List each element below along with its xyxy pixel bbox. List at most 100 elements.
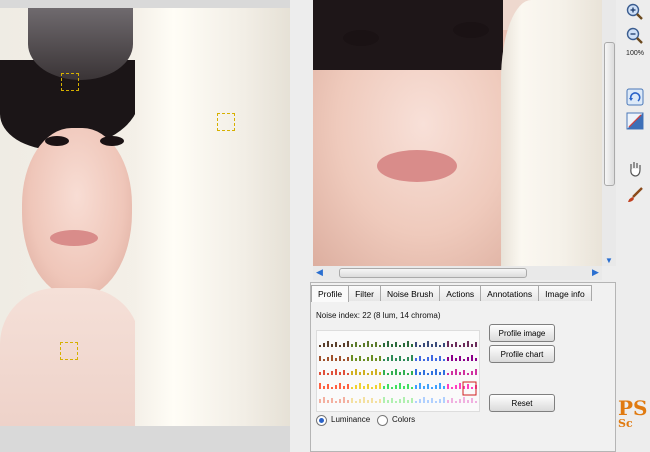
swatch-bar bbox=[447, 357, 449, 361]
swatch-bar bbox=[435, 358, 437, 361]
sample-region-marker[interactable] bbox=[60, 342, 78, 360]
tab-noise-brush[interactable]: Noise Brush bbox=[379, 285, 441, 301]
colors-label: Colors bbox=[392, 415, 416, 424]
swatch-bar bbox=[443, 397, 445, 403]
swatch-bar bbox=[331, 344, 333, 347]
swatch-bar bbox=[367, 384, 369, 389]
swatch-bar bbox=[399, 356, 401, 361]
swatch-bar bbox=[451, 355, 453, 361]
sample-region-marker[interactable] bbox=[217, 113, 235, 131]
swatch-bar bbox=[379, 383, 381, 389]
watermark-text: PS bbox=[618, 396, 648, 420]
hand-icon[interactable] bbox=[626, 160, 644, 178]
main-image-view[interactable] bbox=[313, 0, 602, 266]
compare-icon[interactable] bbox=[626, 112, 644, 130]
swatch-bar bbox=[419, 345, 421, 347]
swatch-bar bbox=[451, 371, 453, 375]
profile-image-button[interactable]: Profile image bbox=[489, 324, 555, 342]
swatch-bar bbox=[383, 386, 385, 389]
swatch-bar bbox=[463, 343, 465, 347]
swatch-bar bbox=[431, 371, 433, 375]
swatch-bar bbox=[343, 343, 345, 347]
swatch-bar bbox=[391, 355, 393, 361]
rotate-icon[interactable] bbox=[626, 88, 644, 106]
vertical-scrollbar[interactable]: ▼ bbox=[602, 0, 616, 266]
swatch-bar bbox=[367, 341, 369, 347]
swatch-bar bbox=[435, 342, 437, 347]
tab-actions[interactable]: Actions bbox=[439, 285, 482, 301]
photo-eye bbox=[100, 136, 124, 146]
swatch-bar bbox=[355, 385, 357, 389]
swatch-bar bbox=[331, 355, 333, 361]
swatch-bar bbox=[375, 358, 377, 361]
swatch-bar bbox=[383, 343, 385, 347]
watermark-logo: PS Sc bbox=[618, 398, 650, 452]
swatch-bar bbox=[383, 397, 385, 403]
swatch-bar bbox=[431, 398, 433, 403]
swatch-bar bbox=[319, 356, 321, 361]
swatch-bar bbox=[403, 343, 405, 347]
preview-photo bbox=[0, 8, 290, 426]
swatch-bar bbox=[371, 387, 373, 389]
swatch-bar bbox=[355, 358, 357, 361]
swatch-bar bbox=[467, 341, 469, 347]
swatch-bar bbox=[411, 371, 413, 375]
photo-curtain bbox=[135, 8, 290, 426]
swatch-bar bbox=[371, 398, 373, 403]
noise-profile-graphic bbox=[319, 341, 477, 403]
swatch-bar bbox=[387, 400, 389, 403]
scroll-thumb[interactable] bbox=[604, 42, 615, 186]
profile-chart-button[interactable]: Profile chart bbox=[489, 345, 555, 363]
swatch-bar bbox=[339, 399, 341, 403]
swatch-bar bbox=[327, 400, 329, 403]
luminance-radio[interactable] bbox=[316, 415, 327, 426]
swatch-bar bbox=[343, 359, 345, 361]
swatch-bar bbox=[419, 356, 421, 361]
swatch-bar bbox=[407, 357, 409, 361]
swatch-bar bbox=[427, 400, 429, 403]
swatch-bar bbox=[431, 344, 433, 347]
tab-filter[interactable]: Filter bbox=[348, 285, 381, 301]
colors-radio[interactable] bbox=[377, 415, 388, 426]
zoom-out-icon[interactable] bbox=[626, 27, 644, 45]
scroll-left-icon[interactable]: ◀ bbox=[316, 267, 323, 278]
swatch-bar bbox=[379, 356, 381, 361]
swatch-bar bbox=[439, 356, 441, 361]
tab-profile[interactable]: Profile bbox=[311, 285, 350, 302]
noise-profile-swatches bbox=[316, 330, 480, 412]
brush-icon[interactable] bbox=[626, 186, 644, 204]
scroll-right-icon[interactable]: ▶ bbox=[592, 267, 599, 278]
swatch-bar bbox=[403, 397, 405, 403]
scroll-thumb[interactable] bbox=[339, 268, 527, 278]
swatch-bar bbox=[403, 370, 405, 375]
swatch-bar bbox=[419, 383, 421, 389]
swatch-bar bbox=[375, 385, 377, 389]
swatch-bar bbox=[351, 344, 353, 347]
swatch-bar bbox=[447, 373, 449, 375]
swatch-bar bbox=[375, 342, 377, 347]
photo-lips bbox=[377, 150, 457, 182]
swatch-bar bbox=[455, 342, 457, 347]
swatch-bar bbox=[359, 399, 361, 403]
tab-annotations[interactable]: Annotations bbox=[480, 285, 540, 301]
swatch-bar bbox=[431, 355, 433, 361]
swatch-bar bbox=[399, 399, 401, 403]
swatch-bar bbox=[443, 370, 445, 375]
swatch-bar bbox=[463, 359, 465, 361]
swatch-bar bbox=[371, 355, 373, 361]
tab-image-info[interactable]: Image info bbox=[538, 285, 592, 301]
sample-region-marker[interactable] bbox=[61, 73, 79, 91]
swatch-bar bbox=[335, 358, 337, 361]
swatch-bar bbox=[327, 373, 329, 375]
reset-button[interactable]: Reset bbox=[489, 394, 555, 412]
zoom-in-icon[interactable] bbox=[626, 3, 644, 21]
swatch-bar bbox=[439, 383, 441, 389]
swatch-bar bbox=[359, 356, 361, 361]
swatch-bar bbox=[347, 357, 349, 361]
scroll-down-icon[interactable]: ▼ bbox=[605, 256, 613, 265]
swatch-bar bbox=[399, 345, 401, 347]
swatch-bar bbox=[339, 356, 341, 361]
swatch-bar bbox=[451, 398, 453, 403]
horizontal-scrollbar[interactable]: ◀ ▶ bbox=[313, 266, 602, 280]
swatch-bar bbox=[451, 387, 453, 389]
